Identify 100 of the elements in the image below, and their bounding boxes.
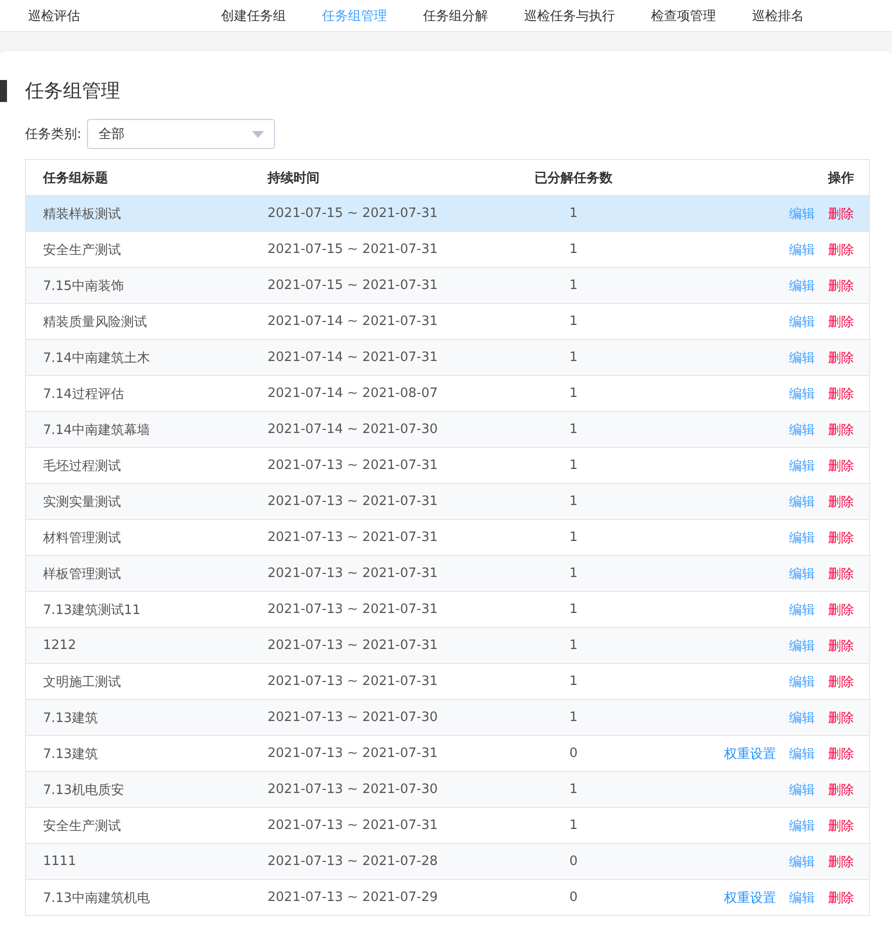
task-count: 1 [569, 386, 578, 401]
delete-link[interactable]: 删除 [828, 782, 854, 798]
delete-link[interactable]: 删除 [828, 638, 854, 654]
task-count: 1 [569, 566, 578, 581]
filter-label: 任务类别: [25, 126, 82, 143]
edit-link[interactable]: 编辑 [789, 782, 815, 798]
delete-link[interactable]: 删除 [828, 314, 854, 330]
delete-link[interactable]: 删除 [828, 206, 854, 222]
duration: 2021-07-13 ~ 2021-07-31 [268, 494, 438, 509]
nav-tab[interactable]: 任务组分解 [423, 6, 488, 24]
column-header: 操作 [828, 170, 854, 186]
delete-link[interactable]: 删除 [828, 530, 854, 546]
task-count: 1 [569, 458, 578, 473]
app-title: 巡检评估 [28, 8, 81, 24]
edit-link[interactable]: 编辑 [789, 566, 815, 582]
delete-link[interactable]: 删除 [828, 566, 854, 582]
task-group-title: 7.15中南装饰 [43, 278, 124, 294]
edit-link[interactable]: 编辑 [789, 818, 815, 834]
task-count: 1 [569, 350, 578, 365]
edit-link[interactable]: 编辑 [789, 854, 815, 870]
delete-link[interactable]: 删除 [828, 710, 854, 726]
edit-link[interactable]: 编辑 [789, 242, 815, 258]
edit-link[interactable]: 编辑 [789, 602, 815, 618]
task-count: 1 [569, 314, 578, 329]
delete-link[interactable]: 删除 [828, 350, 854, 366]
edit-link[interactable]: 编辑 [789, 494, 815, 510]
category-select[interactable]: 全部 [87, 119, 276, 149]
delete-link[interactable]: 删除 [828, 278, 854, 294]
task-count: 1 [569, 422, 578, 437]
nav-tab[interactable]: 巡检任务与执行 [524, 6, 615, 24]
edit-link[interactable]: 编辑 [789, 746, 815, 762]
edit-link[interactable]: 编辑 [789, 530, 815, 546]
duration: 2021-07-13 ~ 2021-07-31 [268, 458, 438, 473]
duration: 2021-07-13 ~ 2021-07-31 [268, 566, 438, 581]
column-header: 已分解任务数 [534, 170, 612, 186]
edit-link[interactable]: 编辑 [789, 890, 815, 906]
edit-link[interactable]: 编辑 [789, 674, 815, 690]
task-count: 1 [569, 782, 578, 797]
task-count: 1 [569, 602, 578, 617]
nav-tab[interactable]: 任务组管理 [322, 6, 387, 24]
delete-link[interactable]: 删除 [828, 890, 854, 906]
weight-settings-link[interactable]: 权重设置 [724, 890, 776, 906]
task-count: 1 [569, 710, 578, 725]
edit-link[interactable]: 编辑 [789, 458, 815, 474]
delete-link[interactable]: 删除 [828, 422, 854, 438]
delete-link[interactable]: 删除 [828, 386, 854, 402]
duration: 2021-07-13 ~ 2021-07-29 [268, 890, 438, 905]
task-group-title: 7.14过程评估 [43, 386, 124, 402]
edit-link[interactable]: 编辑 [789, 278, 815, 294]
duration: 2021-07-13 ~ 2021-07-31 [268, 602, 438, 617]
delete-link[interactable]: 删除 [828, 746, 854, 762]
edit-link[interactable]: 编辑 [789, 386, 815, 402]
delete-link[interactable]: 删除 [828, 602, 854, 618]
duration: 2021-07-13 ~ 2021-07-31 [268, 746, 438, 761]
column-header: 任务组标题 [43, 170, 108, 186]
duration: 2021-07-14 ~ 2021-07-30 [268, 422, 438, 437]
edit-link[interactable]: 编辑 [789, 422, 815, 438]
task-group-title: 精装样板测试 [43, 206, 121, 222]
duration: 2021-07-15 ~ 2021-07-31 [268, 242, 438, 257]
delete-link[interactable]: 删除 [828, 674, 854, 690]
task-group-title: 1212 [43, 638, 76, 653]
task-count: 1 [569, 530, 578, 545]
edit-link[interactable]: 编辑 [789, 638, 815, 654]
task-count: 1 [569, 638, 578, 653]
duration: 2021-07-13 ~ 2021-07-31 [268, 818, 438, 833]
caret-icon [252, 130, 264, 138]
delete-link[interactable]: 删除 [828, 854, 854, 870]
nav-tab[interactable]: 巡检排名 [752, 6, 804, 24]
task-group-title: 7.13机电质安 [43, 782, 124, 798]
task-group-title: 安全生产测试 [43, 242, 121, 258]
duration: 2021-07-15 ~ 2021-07-31 [268, 278, 438, 293]
task-group-title: 材料管理测试 [43, 530, 121, 546]
delete-link[interactable]: 删除 [828, 818, 854, 834]
task-count: 0 [569, 890, 578, 905]
task-group-title: 安全生产测试 [43, 818, 121, 834]
duration: 2021-07-14 ~ 2021-08-07 [268, 386, 438, 401]
task-group-title: 7.13建筑测试11 [43, 602, 140, 618]
duration: 2021-07-13 ~ 2021-07-30 [268, 782, 438, 797]
delete-link[interactable]: 删除 [828, 458, 854, 474]
edit-link[interactable]: 编辑 [789, 314, 815, 330]
nav-tab[interactable]: 创建任务组 [221, 6, 286, 24]
duration: 2021-07-14 ~ 2021-07-31 [268, 350, 438, 365]
task-group-title: 7.13建筑 [43, 710, 98, 726]
delete-link[interactable]: 删除 [828, 494, 854, 510]
weight-settings-link[interactable]: 权重设置 [724, 746, 776, 762]
duration: 2021-07-13 ~ 2021-07-31 [268, 530, 438, 545]
edit-link[interactable]: 编辑 [789, 350, 815, 366]
edit-link[interactable]: 编辑 [789, 206, 815, 222]
nav-tab[interactable]: 检查项管理 [651, 6, 716, 24]
task-count: 0 [569, 854, 578, 869]
column-header: 持续时间 [268, 170, 320, 186]
task-count: 1 [569, 818, 578, 833]
task-group-title: 7.13建筑 [43, 746, 98, 762]
edit-link[interactable]: 编辑 [789, 710, 815, 726]
duration: 2021-07-13 ~ 2021-07-28 [268, 854, 438, 869]
page-title: 任务组管理 [25, 79, 120, 104]
task-group-title: 1111 [43, 854, 76, 869]
duration: 2021-07-13 ~ 2021-07-31 [268, 674, 438, 689]
task-group-title: 7.14中南建筑幕墙 [43, 422, 150, 438]
delete-link[interactable]: 删除 [828, 242, 854, 258]
